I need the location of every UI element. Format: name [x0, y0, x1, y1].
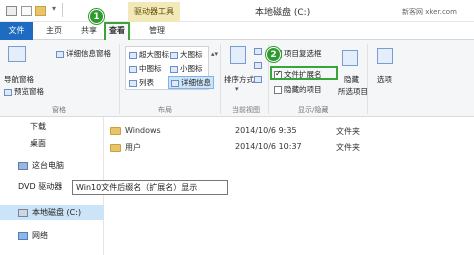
file-row[interactable]: Windows [110, 126, 161, 135]
layout-item-label: 小图标 [180, 64, 203, 73]
app-icon [6, 6, 17, 16]
divider [62, 3, 63, 17]
sort-by-button[interactable]: 排序方式 [224, 74, 254, 85]
tab-view[interactable]: 查看 [104, 22, 130, 40]
show-hide-group-label: 显示/隐藏 [298, 106, 329, 114]
add-columns-icon[interactable] [254, 62, 262, 69]
properties-icon[interactable] [21, 6, 32, 16]
drive-icon [18, 208, 28, 217]
layout-item-label: 详细信息 [181, 78, 211, 87]
layout-extra-large-icons[interactable]: 超大图标 [129, 49, 169, 60]
layout-list[interactable]: 列表 [129, 77, 154, 88]
quick-access-dropdown-icon[interactable]: ▾ [52, 4, 56, 13]
hidden-items-checkbox[interactable] [274, 86, 282, 94]
nav-item-label: 这台电脑 [32, 161, 64, 170]
window-title: 本地磁盘 (C:) [255, 8, 311, 18]
file-name: Windows [125, 126, 161, 135]
navigation-pane-icon [8, 46, 26, 62]
tab-home[interactable]: 主页 [42, 22, 66, 40]
layout-medium-icons[interactable]: 中图标 [129, 63, 162, 74]
layout-group-label: 布局 [158, 106, 172, 114]
new-folder-icon[interactable] [35, 6, 46, 16]
details-pane-label: 详细信息窗格 [66, 49, 111, 58]
file-date: 2014/10/6 10:37 [235, 142, 302, 151]
sort-icon [230, 46, 246, 64]
layout-details[interactable]: 详细信息 [168, 76, 214, 89]
tab-manage[interactable]: 管理 [144, 22, 170, 40]
nav-item-label: DVD 驱动器 [18, 182, 63, 191]
watermark-text: 新客网 xker.com [402, 8, 457, 16]
nav-item-desktop[interactable]: 桌面 [30, 138, 46, 149]
layout-item-label: 大图标 [180, 50, 203, 59]
pane-group-label: 窗格 [52, 106, 66, 114]
file-type: 文件夹 [336, 143, 360, 152]
hidden-items-label: 隐藏的项目 [284, 85, 322, 94]
nav-item-label: 本地磁盘 (C:) [32, 208, 82, 217]
file-date: 2014/10/6 9:35 [235, 126, 297, 135]
nav-item-this-pc[interactable]: 这台电脑 [18, 160, 64, 171]
nav-item-dvd-drive[interactable]: DVD 驱动器 [18, 181, 62, 192]
options-button[interactable]: 选项 [377, 74, 392, 85]
layout-item-label: 中图标 [139, 64, 162, 73]
folder-icon [110, 143, 121, 152]
network-icon [18, 231, 28, 240]
nav-item-label: 下载 [30, 122, 46, 131]
divider [220, 44, 221, 114]
small-icons-icon [170, 65, 178, 73]
hide-selected-button-line2: 所选项目 [338, 87, 368, 96]
options-icon [377, 48, 393, 64]
preview-pane-button[interactable]: 预览窗格 [4, 86, 44, 97]
ribbon: 导航窗格 预览窗格 详细信息窗格 窗格 超大图标 大图标 中图标 小图标 列表 … [0, 40, 474, 117]
step-badge-1: 1 [89, 9, 104, 24]
group-by-icon[interactable] [254, 48, 262, 55]
nav-item-downloads[interactable]: 下载 [30, 121, 46, 132]
preview-pane-icon [4, 88, 12, 96]
navigation-pane-button[interactable]: 导航窗格 [4, 74, 34, 85]
layout-gallery: 超大图标 大图标 中图标 小图标 列表 详细信息 [125, 46, 214, 90]
gallery-scroll-icon[interactable]: ▴▾ [211, 50, 218, 58]
tab-file[interactable]: 文件 [0, 22, 33, 40]
step-badge-2: 2 [266, 47, 281, 62]
layout-item-label: 列表 [139, 78, 154, 87]
list-icon [129, 79, 137, 87]
layout-item-label: 超大图标 [139, 50, 169, 59]
tooltip: Win10文件后缀名（扩展名）显示 [72, 180, 228, 195]
details-icon [171, 79, 179, 87]
size-columns-icon[interactable] [254, 76, 262, 83]
hide-selected-button[interactable]: 隐藏 [344, 74, 359, 85]
file-row[interactable]: 用户 [110, 142, 141, 153]
nav-item-label: 网络 [32, 231, 48, 240]
ribbon-tabs: 文件 主页 共享 查看 管理 [0, 22, 474, 40]
file-name: 用户 [125, 143, 141, 152]
details-pane-icon [56, 50, 64, 58]
preview-pane-label: 预览窗格 [14, 87, 44, 96]
drive-tools-context-tab: 驱动器工具 [128, 2, 180, 22]
nav-item-local-disk[interactable]: 本地磁盘 (C:) [18, 207, 81, 218]
extra-large-icons-icon [129, 51, 137, 59]
layout-small-icons[interactable]: 小图标 [170, 63, 203, 74]
medium-icons-icon [129, 65, 137, 73]
nav-item-network[interactable]: 网络 [18, 230, 48, 241]
divider [119, 44, 120, 114]
large-icons-icon [170, 51, 178, 59]
computer-icon [18, 161, 28, 170]
divider [367, 44, 368, 114]
item-checkboxes-option[interactable]: 项目复选框 [274, 48, 322, 59]
file-type: 文件夹 [336, 127, 360, 136]
layout-large-icons[interactable]: 大图标 [170, 49, 203, 60]
title-bar: ▾ 驱动器工具 本地磁盘 (C:) 新客网 xker.com [0, 0, 474, 22]
file-extensions-highlight [270, 66, 338, 80]
sort-dropdown-icon[interactable]: ▾ [235, 85, 239, 93]
item-checkboxes-label: 项目复选框 [284, 49, 322, 58]
details-pane-button[interactable]: 详细信息窗格 [56, 48, 111, 59]
hidden-items-option[interactable]: 隐藏的项目 [274, 84, 322, 95]
nav-item-label: 桌面 [30, 139, 46, 148]
folder-icon [110, 126, 121, 135]
hide-selected-icon [342, 50, 358, 66]
current-view-group-label: 当前视图 [232, 106, 260, 114]
